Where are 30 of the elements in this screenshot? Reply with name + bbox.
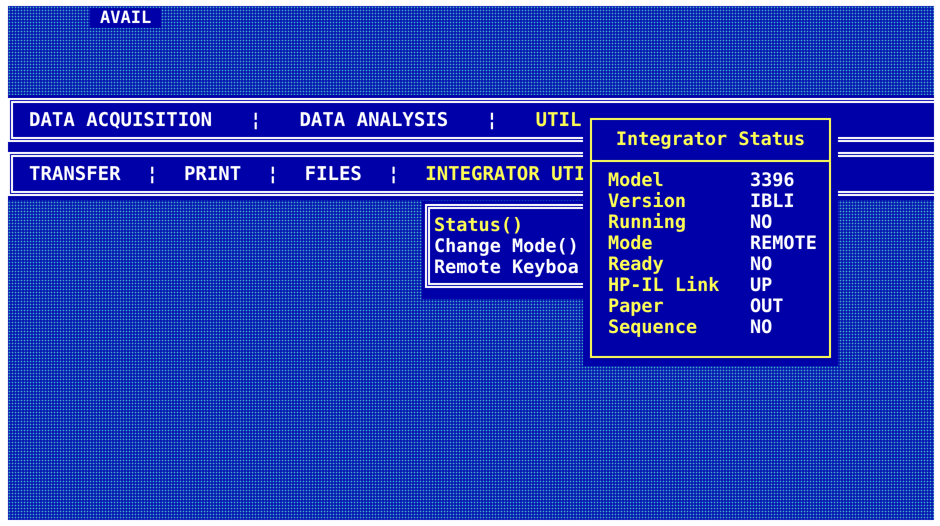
status-value: 3396	[750, 170, 796, 191]
dialog-title: Integrator Status	[592, 120, 829, 162]
status-value: NO	[750, 212, 774, 233]
status-label-text: Sequence	[608, 317, 698, 338]
menu-separator: ¦	[250, 109, 262, 131]
status-label-text: Version	[608, 191, 687, 212]
status-label-text: Paper	[608, 296, 665, 317]
status-label-text: Running	[608, 212, 687, 233]
menu-item[interactable]: FILES	[304, 163, 362, 185]
menu-separator: ¦	[146, 163, 158, 185]
status-label-text: Mode	[608, 233, 654, 254]
menu-separator: ¦	[267, 163, 279, 185]
menu-item[interactable]: UTIL	[536, 109, 582, 131]
status-value: UP	[750, 275, 774, 296]
status-label-text: Model	[608, 170, 665, 191]
status-label-text: HP-IL Link	[608, 275, 720, 296]
status-label-text: Ready	[608, 254, 665, 275]
menu-item[interactable]: DATA ANALYSIS	[299, 109, 448, 131]
menu-separator: ¦	[486, 109, 498, 131]
menu-separator: ¦	[388, 163, 400, 185]
menu-item[interactable]: TRANSFER	[29, 163, 121, 185]
menu-item[interactable]: INTEGRATOR UTI	[425, 163, 586, 185]
status-value: REMOTE	[750, 233, 818, 254]
status-value: NO	[750, 317, 774, 338]
menu-item[interactable]: PRINT	[184, 163, 242, 185]
menu-item[interactable]: DATA ACQUISITION	[29, 109, 212, 131]
status-value: NO	[750, 254, 774, 275]
status-label: AVAIL	[90, 8, 162, 28]
status-value: IBLI	[750, 191, 796, 212]
status-value: OUT	[750, 296, 784, 317]
